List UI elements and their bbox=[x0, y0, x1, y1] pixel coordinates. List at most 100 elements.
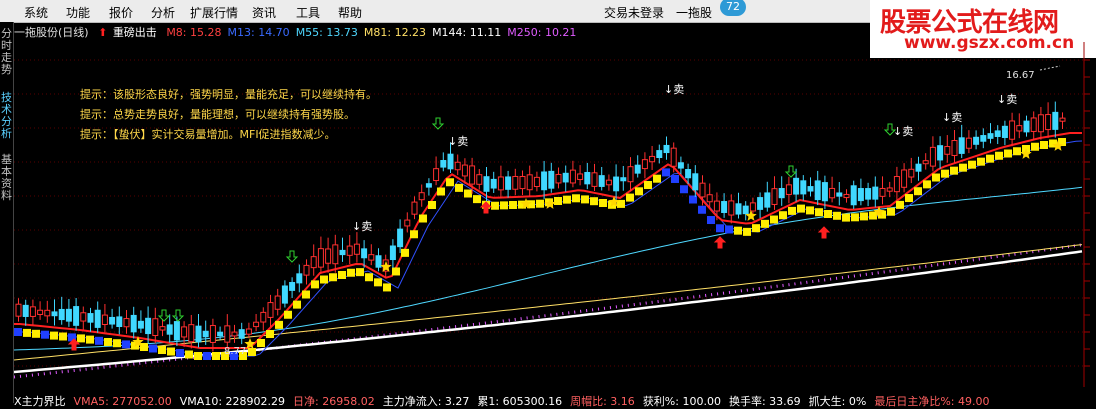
moving-average-lines bbox=[14, 132, 1083, 379]
trend-block bbox=[887, 207, 895, 216]
buy-arrow-icon bbox=[157, 309, 171, 322]
trend-block bbox=[725, 225, 733, 234]
indicator-value: 获利%: 100.00 bbox=[642, 395, 721, 408]
menu-system[interactable]: 系统 bbox=[24, 4, 48, 21]
trend-block bbox=[554, 197, 562, 205]
trend-block bbox=[383, 283, 391, 292]
sell-label: ↓卖 bbox=[664, 83, 685, 96]
trend-block bbox=[536, 199, 544, 208]
menu-quotes[interactable]: 报价 bbox=[109, 4, 133, 21]
candle-up bbox=[1059, 117, 1066, 122]
candle-down bbox=[692, 173, 699, 191]
stock-short-name: 一拖股 bbox=[676, 6, 713, 20]
candle-down bbox=[425, 183, 432, 188]
candle-down bbox=[195, 325, 202, 343]
candle-down bbox=[548, 170, 555, 189]
candle-up bbox=[253, 321, 260, 328]
candle-down bbox=[677, 162, 684, 169]
candle-up bbox=[699, 182, 706, 198]
candle-up bbox=[829, 187, 836, 199]
high-price-label: 16.67 bbox=[1006, 70, 1035, 81]
candle-up bbox=[411, 201, 418, 215]
candle-up bbox=[29, 306, 36, 317]
indicator-value: VMA5: 277052.00 bbox=[73, 395, 172, 408]
candle-up bbox=[353, 243, 360, 255]
candle-up bbox=[346, 245, 353, 256]
trend-block bbox=[644, 181, 652, 189]
menu-news[interactable]: 资讯 bbox=[252, 4, 276, 21]
trend-block bbox=[41, 330, 49, 339]
trend-block bbox=[833, 211, 841, 220]
candle-down bbox=[137, 320, 144, 329]
trend-block bbox=[419, 214, 427, 223]
candle-down bbox=[872, 186, 879, 200]
tab-intraday[interactable]: 分时走势 bbox=[0, 28, 13, 76]
notification-badge[interactable]: 72 bbox=[720, 0, 746, 16]
candle-down bbox=[109, 316, 116, 325]
trade-status[interactable]: 交易未登录 bbox=[604, 4, 664, 21]
candle-down bbox=[58, 308, 65, 321]
candle-down bbox=[757, 197, 764, 210]
candle-up bbox=[627, 166, 634, 183]
hint-line-2: 提示：总势走势良好，量能理想，可以继续持有强势股。 bbox=[80, 108, 355, 121]
arrow-up-icon: ⬆ bbox=[98, 26, 108, 39]
candle-down bbox=[65, 308, 72, 322]
indicator-value: 换手率: 33.69 bbox=[728, 395, 801, 408]
trend-block bbox=[473, 195, 481, 204]
trend-block bbox=[176, 349, 184, 357]
trend-block bbox=[590, 197, 598, 206]
trend-block bbox=[968, 160, 976, 169]
candle-down bbox=[505, 176, 512, 190]
menu-help[interactable]: 帮助 bbox=[338, 4, 362, 21]
candle-down bbox=[94, 309, 101, 328]
candle-down bbox=[483, 176, 490, 192]
tab-fundamentals[interactable]: 基本资料 bbox=[0, 154, 13, 202]
trend-block bbox=[1040, 141, 1048, 149]
candle-down bbox=[562, 172, 569, 183]
candle-up bbox=[44, 309, 51, 317]
candle-up bbox=[209, 325, 216, 343]
trend-block bbox=[149, 344, 157, 353]
candle-down bbox=[958, 137, 965, 154]
trend-block bbox=[203, 352, 211, 360]
candle-down bbox=[598, 175, 605, 187]
trend-block bbox=[869, 211, 877, 220]
menu-function[interactable]: 功能 bbox=[66, 4, 90, 21]
candle-down bbox=[836, 192, 843, 197]
trend-block bbox=[266, 330, 274, 338]
candle-down bbox=[145, 317, 152, 335]
candle-up bbox=[908, 168, 915, 178]
trend-block bbox=[410, 230, 418, 239]
trend-block bbox=[761, 219, 769, 228]
menu-extended-quotes[interactable]: 扩展行情 bbox=[190, 4, 238, 21]
candle-down bbox=[634, 164, 641, 174]
indicator-info-bar: 一拖股份(日线) ⬆ 重磅出击 M8: 15.28 M13: 14.70 M55: … bbox=[14, 24, 588, 40]
hint-line-1: 提示：该股形态良好，强势明显，量能充足，可以继续持有。 bbox=[80, 88, 377, 101]
candle-up bbox=[785, 184, 792, 195]
menu-tools[interactable]: 工具 bbox=[296, 4, 320, 21]
trend-block bbox=[365, 273, 373, 282]
trend-block bbox=[32, 329, 40, 338]
trend-block bbox=[662, 168, 670, 177]
candle-down bbox=[87, 313, 94, 323]
menu-analysis[interactable]: 分析 bbox=[151, 4, 175, 21]
candle-down bbox=[289, 282, 296, 291]
candle-down bbox=[821, 182, 828, 202]
candle-down bbox=[375, 255, 382, 268]
trend-block bbox=[563, 195, 571, 204]
candle-down bbox=[73, 306, 80, 326]
candle-up bbox=[1009, 120, 1016, 140]
candle-down bbox=[116, 316, 123, 328]
buy-arrow-icon bbox=[784, 165, 798, 178]
sell-label: ↓卖 bbox=[893, 125, 914, 138]
candle-up bbox=[843, 193, 850, 199]
candle-down bbox=[850, 185, 857, 206]
trend-block bbox=[338, 271, 346, 279]
candle-down bbox=[1023, 120, 1030, 133]
trend-block bbox=[752, 224, 760, 233]
candle-up bbox=[101, 314, 108, 326]
tab-technical[interactable]: 技术分析 bbox=[0, 92, 13, 140]
trend-block bbox=[806, 206, 814, 215]
trend-block bbox=[932, 173, 940, 182]
candle-up bbox=[497, 176, 504, 191]
